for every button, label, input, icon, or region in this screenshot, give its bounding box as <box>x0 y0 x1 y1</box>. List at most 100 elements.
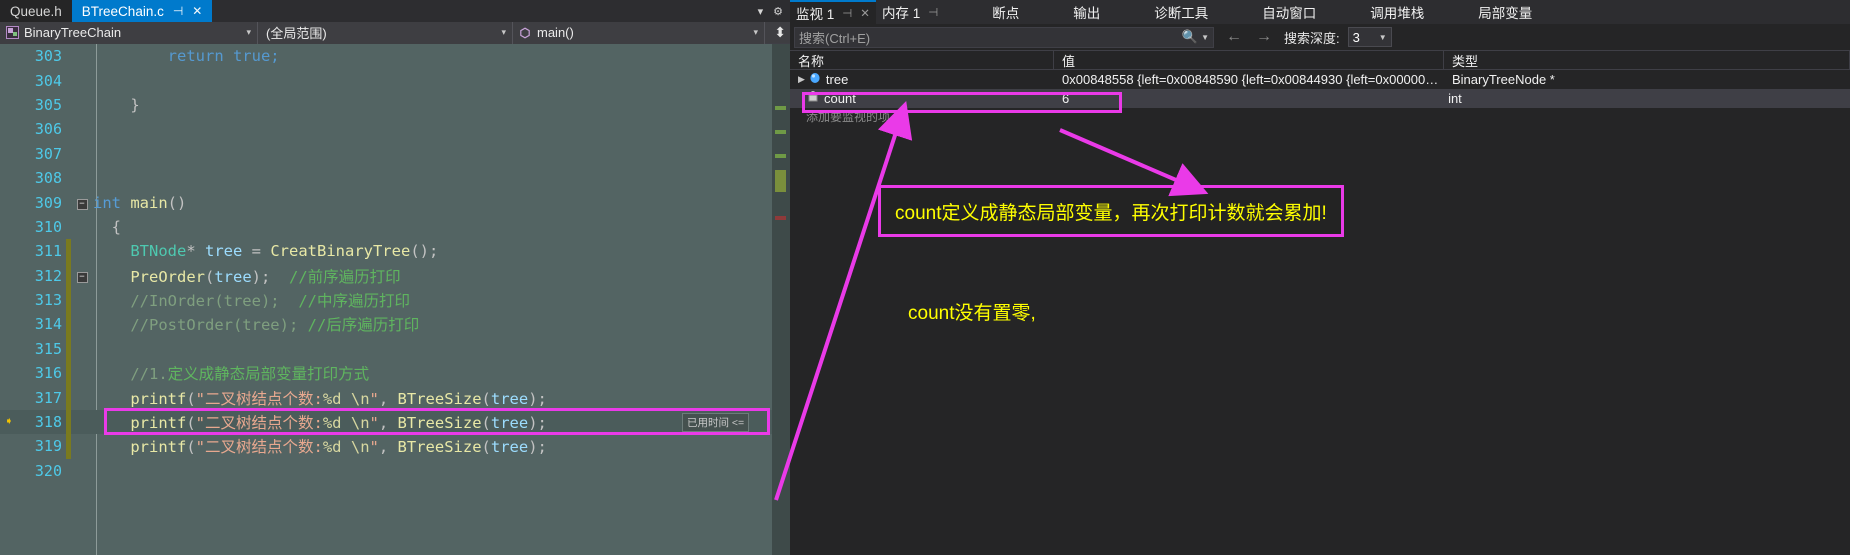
tab-watch-1[interactable]: 监视 1 ⊣ ✕ <box>790 0 876 24</box>
expander-icon[interactable]: ▶ <box>798 74 805 85</box>
code-text: //InOrder(tree); //中序遍历打印 <box>93 292 410 311</box>
table-row[interactable]: count 6 ↻int <box>790 89 1850 108</box>
column-header-value[interactable]: 值 <box>1054 50 1444 70</box>
code-line[interactable]: 312− PreOrder(tree); //前序遍历打印 <box>0 263 790 288</box>
navbar-project-label: BinaryTreeChain <box>24 25 122 40</box>
chevron-down-icon[interactable]: ▾ <box>246 27 251 38</box>
code-line[interactable]: 305 } <box>0 93 790 117</box>
tab-call-stack[interactable]: 调用堆栈 <box>1364 0 1430 24</box>
tab-label: 诊断工具 <box>1154 6 1209 21</box>
line-number: 305 <box>34 95 62 114</box>
code-line[interactable]: 319 printf("二叉树结点个数:%d \n", BTreeSize(tr… <box>0 434 790 459</box>
code-line[interactable]: 317 printf("二叉树结点个数:%d \n", BTreeSize(tr… <box>0 385 790 410</box>
search-icon[interactable]: 🔍 <box>1182 29 1198 45</box>
change-indicator-bar <box>66 239 71 264</box>
search-navigation: ← → <box>1214 28 1284 46</box>
chevron-down-icon[interactable]: ▼ <box>1201 33 1209 42</box>
tab-label: 调用堆栈 <box>1370 6 1425 21</box>
code-line[interactable]: 309− int main() <box>0 190 790 214</box>
code-text: printf("二叉树结点个数:%d \n", BTreeSize(tree); <box>130 438 547 457</box>
search-depth-select[interactable]: 3 ▼ <box>1347 27 1392 47</box>
add-watch-row[interactable]: 添加要监视的项 <box>790 108 1850 125</box>
code-line[interactable]: 303 return true; <box>0 44 790 68</box>
navbar-project-dropdown[interactable]: BinaryTreeChain ▾ <box>0 21 258 44</box>
code-text: //PostOrder(tree); //后序遍历打印 <box>93 316 420 335</box>
tab-diagnostic-tools[interactable]: 诊断工具 <box>1148 0 1214 24</box>
code-line[interactable]: ➧ 318 printf("二叉树结点个数:%d \n", BTreeSize(t… <box>0 409 790 435</box>
line-number: 320 <box>34 461 62 480</box>
column-header-type[interactable]: 类型 <box>1444 50 1850 70</box>
watch-search-bar: 搜索(Ctrl+E) 🔍 ▼ ← → 搜索深度: 3 ▼ <box>790 24 1850 50</box>
change-indicator-bar <box>66 93 71 117</box>
editor-tab-btreechain-c[interactable]: BTreeChain.c ⊣ ✕ <box>71 0 213 22</box>
line-number: 314 <box>34 315 62 334</box>
code-text: { <box>93 217 121 236</box>
navbar-scope-dropdown[interactable]: (全局范围) ▾ <box>258 21 513 44</box>
line-number: 319 <box>34 437 62 456</box>
code-line[interactable]: 306 <box>0 117 790 141</box>
close-icon[interactable]: ✕ <box>192 4 202 18</box>
column-header-name[interactable]: 名称 <box>790 50 1054 70</box>
fold-toggle-icon[interactable]: − <box>71 269 93 283</box>
tab-label: 输出 <box>1073 6 1101 21</box>
editor-scrollbar[interactable] <box>772 44 790 555</box>
line-number: 303 <box>34 47 62 66</box>
pin-icon[interactable]: ⊣ <box>928 5 938 19</box>
expander-icon[interactable] <box>798 94 803 104</box>
line-number: 307 <box>34 144 62 163</box>
search-depth-value: 3 <box>1352 29 1360 45</box>
code-line[interactable]: 307 <box>0 142 790 166</box>
code-line[interactable]: 311 BTNode* tree = CreatBinaryTree(); <box>0 239 790 264</box>
split-editor-icon[interactable]: ⬍ <box>774 24 786 41</box>
watch-row-name-cell[interactable]: ▶ tree <box>790 70 1054 89</box>
navbar-split-controls: ⬍ <box>765 24 790 41</box>
navbar-scope-label: (全局范围) <box>266 26 327 41</box>
arrow-left-icon[interactable]: ← <box>1226 28 1242 46</box>
code-line[interactable]: 310 { <box>0 215 790 239</box>
search-input[interactable]: 搜索(Ctrl+E) 🔍 ▼ <box>794 26 1214 48</box>
chevron-down-icon[interactable]: ▾ <box>501 27 506 38</box>
tab-memory-1[interactable]: 内存 1 ⊣ <box>876 0 944 24</box>
change-indicator-bar <box>66 361 71 386</box>
tab-breakpoints[interactable]: 断点 <box>986 0 1025 24</box>
pin-icon[interactable]: ⊣ <box>173 4 183 18</box>
tab-locals[interactable]: 局部变量 <box>1472 0 1538 24</box>
line-number: 317 <box>34 388 62 407</box>
code-line[interactable]: 313 //InOrder(tree); //中序遍历打印 <box>0 287 790 313</box>
tab-autos[interactable]: 自动窗口 <box>1256 0 1322 24</box>
pin-icon[interactable]: ⊣ <box>842 6 852 20</box>
method-icon <box>517 26 533 40</box>
line-number: 306 <box>34 120 62 139</box>
change-indicator-bar <box>66 336 71 362</box>
chevron-down-icon[interactable]: ▾ <box>753 27 758 38</box>
table-row[interactable]: ▶ tree 0x00848558 {left=0x00848590 {left=0… <box>790 70 1850 89</box>
line-number: 313 <box>34 291 62 310</box>
elapsed-time-badge[interactable]: 已用时间 <= <box>682 413 750 432</box>
tab-overflow-chevron-down-icon[interactable]: ▾ <box>758 5 764 18</box>
close-icon[interactable]: ✕ <box>860 6 870 20</box>
code-line[interactable]: 320 <box>0 459 790 483</box>
editor-tab-queue-h[interactable]: Queue.h <box>0 0 72 22</box>
search-placeholder: 搜索(Ctrl+E) <box>799 30 871 46</box>
code-line[interactable]: 308 <box>0 166 790 190</box>
watch-row-value: 0x00848558 {left=0x00848590 {left=0x0084… <box>1062 72 1444 87</box>
code-line[interactable]: 315 <box>0 336 790 362</box>
change-indicator-bar <box>66 434 71 459</box>
code-line[interactable]: 314 //PostOrder(tree); //后序遍历打印 <box>0 312 790 337</box>
fold-toggle-icon[interactable]: − <box>71 196 93 210</box>
watch-row-type: int <box>1448 91 1462 106</box>
tab-label: 内存 1 <box>881 6 921 21</box>
arrow-right-icon[interactable]: → <box>1256 28 1272 46</box>
watch-row-value-cell[interactable]: 0x00848558 {left=0x00848590 {left=0x0084… <box>1054 70 1444 89</box>
chevron-down-icon[interactable]: ▼ <box>1379 33 1387 42</box>
watch-row-value-cell[interactable]: 6 <box>1054 89 1444 108</box>
navbar-member-dropdown[interactable]: main() ▾ <box>513 21 765 44</box>
line-number: 311 <box>34 242 62 261</box>
code-editor[interactable]: 303 return true; 304 305 } 306 307 308 309− int… <box>0 44 790 555</box>
editor-pane: Queue.h BTreeChain.c ⊣ ✕ ▾ ⚙ BinaryTreeC… <box>0 0 790 555</box>
tab-output[interactable]: 输出 <box>1067 0 1106 24</box>
code-line[interactable]: 304 <box>0 68 790 92</box>
gear-icon[interactable]: ⚙ <box>773 5 783 18</box>
watch-row-name-cell[interactable]: count <box>790 89 1054 108</box>
code-line[interactable]: 316 //1.定义成静态局部变量打印方式 <box>0 361 790 386</box>
